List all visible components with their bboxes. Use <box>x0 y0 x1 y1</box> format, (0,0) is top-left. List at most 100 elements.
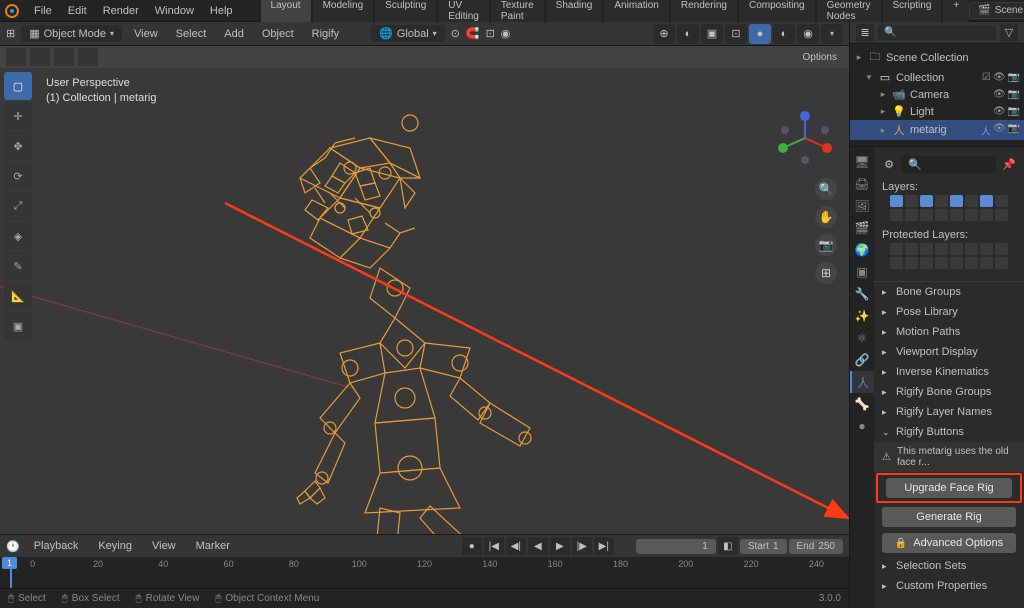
camera-button[interactable]: 📷 <box>815 234 837 256</box>
section-motion-paths[interactable]: ▸Motion Paths <box>874 322 1024 342</box>
snap-button[interactable]: 🧲 <box>466 27 480 40</box>
tool-annotate[interactable]: ✎ <box>4 252 32 280</box>
properties-search[interactable]: 🔍 <box>902 156 996 173</box>
tool-measure[interactable]: 📐 <box>4 282 32 310</box>
editor-type-icon[interactable]: ⊞ <box>6 27 15 40</box>
section-viewport-display[interactable]: ▸Viewport Display <box>874 342 1024 362</box>
prop-tab-armature[interactable]: 人 <box>850 371 874 393</box>
select-mode-btn[interactable] <box>6 48 26 66</box>
menu-select[interactable]: Select <box>170 26 213 42</box>
shade-render-button[interactable]: ◉ <box>797 24 819 44</box>
tab-geonodes[interactable]: Geometry Nodes <box>817 0 881 25</box>
advanced-options-button[interactable]: 🔒Advanced Options <box>882 533 1016 553</box>
shade-options-button[interactable]: ▾ <box>821 24 843 44</box>
jump-start-button[interactable]: |◀ <box>484 537 504 555</box>
tab-shading[interactable]: Shading <box>546 0 603 25</box>
disclosure-icon[interactable]: ▸ <box>854 52 864 63</box>
options-button[interactable]: Options <box>797 50 843 65</box>
tab-texpaint[interactable]: Texture Paint <box>491 0 544 25</box>
orientation-dropdown[interactable]: 🌐 Global ▾ <box>371 25 445 42</box>
prop-tab-scene[interactable]: 🎬 <box>850 217 874 239</box>
scene-selector[interactable]: 🎬 Scene × <box>969 2 1024 19</box>
outliner-scene[interactable]: ▸ 🗀 Scene Collection <box>850 46 1024 69</box>
render-toggle[interactable]: 📷 <box>1008 89 1020 100</box>
pan-button[interactable]: ✋ <box>815 206 837 228</box>
select-mode-btn4[interactable] <box>78 48 98 66</box>
shade-matprev-button[interactable]: ◐ <box>773 24 795 44</box>
eye-toggle[interactable]: 👁 <box>993 123 1006 138</box>
prop-tab-object[interactable]: ▣ <box>850 261 874 283</box>
render-toggle[interactable]: 📷 <box>1008 72 1020 83</box>
jump-end-button[interactable]: ▶| <box>594 537 614 555</box>
generate-rig-button[interactable]: Generate Rig <box>882 507 1016 527</box>
upgrade-face-rig-button[interactable]: Upgrade Face Rig <box>886 478 1012 498</box>
outliner-filter-button[interactable]: ▽ <box>1000 24 1018 42</box>
viewport-toggle[interactable]: ☑ <box>982 72 991 83</box>
prop-tab-material[interactable]: ● <box>850 415 874 437</box>
prop-tab-world[interactable]: 🌍 <box>850 239 874 261</box>
disclosure-icon[interactable]: ▸ <box>878 125 888 136</box>
render-toggle[interactable]: 📷 <box>1008 106 1020 117</box>
xray-button[interactable]: ▣ <box>701 24 723 44</box>
tool-cursor[interactable]: ✛ <box>4 102 32 130</box>
tool-addcube[interactable]: ▣ <box>4 312 32 340</box>
prop-tab-constraint[interactable]: 🔗 <box>850 349 874 371</box>
armature-toggle[interactable]: 人 <box>981 123 991 138</box>
menu-rigify[interactable]: Rigify <box>306 26 346 42</box>
tab-rendering[interactable]: Rendering <box>671 0 737 25</box>
outliner-metarig[interactable]: ▸ 人 metarig 人 👁 📷 <box>850 120 1024 140</box>
start-frame-field[interactable]: Start 1 <box>740 539 787 554</box>
options-icon[interactable]: ⚙ <box>880 155 898 173</box>
play-rev-button[interactable]: ◀ <box>528 537 548 555</box>
pivot-button[interactable]: ⊙ <box>451 27 460 40</box>
pin-icon[interactable]: 📌 <box>1000 155 1018 173</box>
prop-tab-particles[interactable]: ✨ <box>850 305 874 327</box>
tool-scale[interactable]: ⤢ <box>4 192 32 220</box>
outliner-light[interactable]: ▸ 💡 Light 👁 📷 <box>850 103 1024 120</box>
blender-logo-icon[interactable] <box>4 3 20 19</box>
menu-help[interactable]: Help <box>202 3 241 19</box>
timeline-track[interactable]: 0 20 40 60 80 100 120 140 160 180 200 22… <box>0 557 849 588</box>
outliner-editor-icon[interactable]: ≣ <box>856 24 874 42</box>
keyframe-prev-button[interactable]: ◀| <box>506 537 526 555</box>
outliner-search[interactable]: 🔍 <box>878 25 996 40</box>
shade-solid-button[interactable]: ● <box>749 24 771 44</box>
tab-add[interactable]: + <box>943 0 969 25</box>
menu-render[interactable]: Render <box>95 3 147 19</box>
tab-layout[interactable]: Layout <box>261 0 311 25</box>
gizmos-button[interactable]: ⊕ <box>653 24 675 44</box>
persp-button[interactable]: ⊞ <box>815 262 837 284</box>
mode-dropdown[interactable]: ▦ Object Mode ▾ <box>21 25 122 42</box>
disclosure-icon[interactable]: ▸ <box>878 89 888 100</box>
keyframe-next-button[interactable]: |▶ <box>572 537 592 555</box>
tab-scripting[interactable]: Scripting <box>883 0 942 25</box>
menu-view[interactable]: View <box>128 26 164 42</box>
snap-target-button[interactable]: ⊡ <box>486 27 495 40</box>
nav-gizmo[interactable] <box>775 108 835 168</box>
prop-tab-output[interactable]: 🖨 <box>850 173 874 195</box>
prop-edit-button[interactable]: ◉ <box>501 27 511 40</box>
render-toggle[interactable]: 📷 <box>1008 123 1020 138</box>
autokey-button[interactable]: ● <box>462 537 482 555</box>
menu-edit[interactable]: Edit <box>60 3 95 19</box>
current-frame-field[interactable]: 1 <box>636 539 716 554</box>
menu-keying[interactable]: Keying <box>92 538 138 554</box>
3d-viewport[interactable]: User Perspective (1) Collection | metari… <box>0 68 849 534</box>
section-custom-props[interactable]: ▸Custom Properties <box>874 576 1024 596</box>
menu-view[interactable]: View <box>146 538 182 554</box>
tool-rotate[interactable]: ⟳ <box>4 162 32 190</box>
menu-marker[interactable]: Marker <box>190 538 236 554</box>
section-rigify-bone-groups[interactable]: ▸Rigify Bone Groups <box>874 382 1024 402</box>
shade-wire-button[interactable]: ⊡ <box>725 24 747 44</box>
menu-playback[interactable]: Playback <box>28 538 85 554</box>
preview-range-button[interactable]: ◧ <box>718 537 738 555</box>
eye-toggle[interactable]: 👁 <box>993 72 1006 83</box>
menu-object[interactable]: Object <box>256 26 300 42</box>
disclosure-icon[interactable]: ▾ <box>864 72 874 83</box>
prop-tab-viewlayer[interactable]: 🖼 <box>850 195 874 217</box>
tab-uv[interactable]: UV Editing <box>438 0 489 25</box>
section-rigify-buttons[interactable]: ⌄Rigify Buttons <box>874 422 1024 442</box>
timeline-editor-icon[interactable]: 🕐 <box>6 540 20 553</box>
prop-tab-bone[interactable]: 🦴 <box>850 393 874 415</box>
eye-toggle[interactable]: 👁 <box>993 106 1006 117</box>
